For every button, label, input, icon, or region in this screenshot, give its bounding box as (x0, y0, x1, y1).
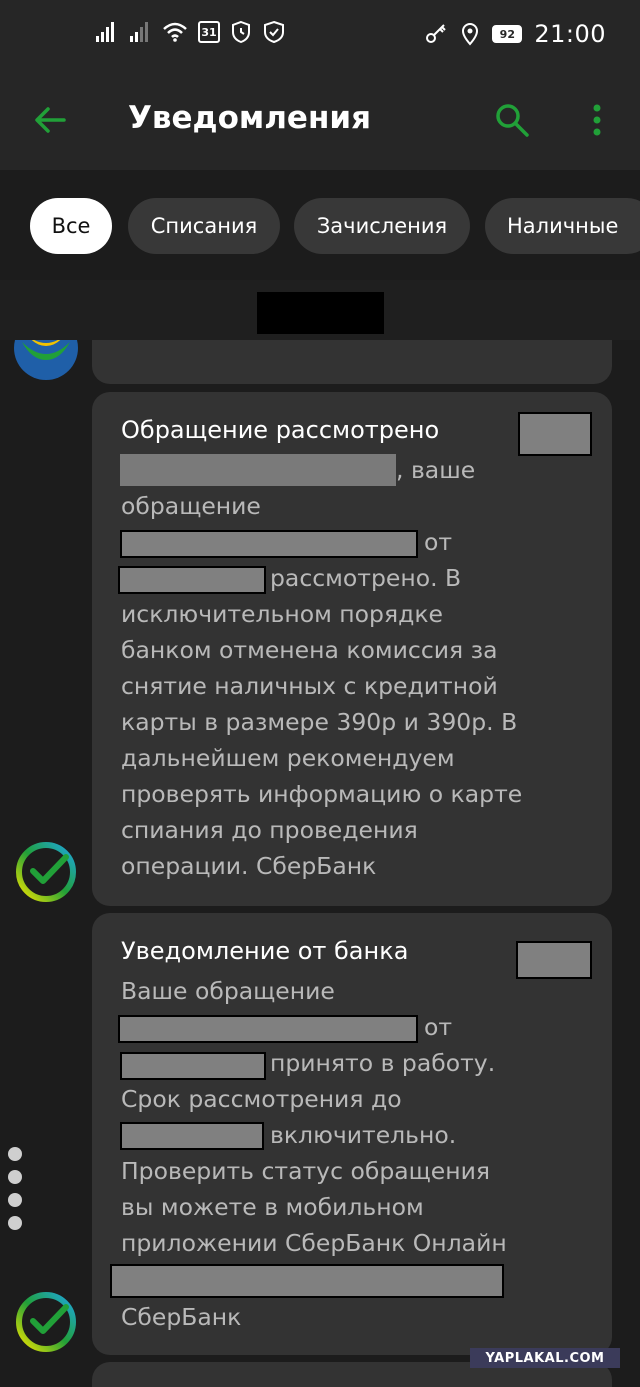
notification-text: принято в работу. (270, 1049, 496, 1077)
sberbank-logo-icon (16, 842, 76, 902)
notification-text: Ваше обращение (121, 977, 335, 1005)
filter-chips: Все Списания Зачисления Наличные (0, 170, 640, 280)
status-icons-left: 31 (94, 20, 286, 44)
redacted-time (518, 412, 592, 456)
redacted-name (120, 454, 396, 486)
floating-dots-handle[interactable] (8, 1147, 22, 1239)
battery-icon: 92 (492, 25, 523, 43)
shield-clock-icon (232, 20, 250, 44)
app-bar: Уведомления (0, 70, 640, 170)
notification-card[interactable]: Обращение рассмотрено , ваше обращение о… (92, 392, 612, 906)
notification-card-partial[interactable] (92, 340, 612, 384)
notification-body: исключительном порядке банком отменена к… (121, 600, 523, 880)
redacted-request-id (120, 530, 418, 558)
search-icon[interactable] (492, 100, 532, 140)
redacted-date (118, 566, 266, 594)
notification-text: рассмотрено. В (270, 564, 462, 592)
back-arrow-icon[interactable] (30, 100, 70, 140)
notification-text: , ваше (396, 456, 476, 484)
redacted-link (110, 1264, 504, 1298)
more-vertical-icon[interactable] (582, 100, 612, 140)
location-icon (462, 23, 479, 46)
notifications-feed[interactable]: Обращение рассмотрено , ваше обращение о… (0, 340, 640, 1387)
notification-text: включительно. (270, 1121, 457, 1149)
notification-card[interactable]: Уведомление от банка Ваше обращение от п… (92, 913, 612, 1355)
notification-text: Срок рассмотрения до (121, 1085, 402, 1113)
key-icon (426, 24, 447, 43)
status-bar: 31 92 21:00 (0, 0, 640, 70)
wifi-icon (163, 22, 187, 42)
signal-2-icon (130, 22, 148, 42)
page-title: Уведомления (128, 100, 371, 136)
notification-text: СберБанк (121, 1303, 242, 1331)
signal-icon (96, 22, 114, 42)
notification-body: Проверить статус обращения вы можете в м… (121, 1157, 507, 1257)
chip-cash[interactable]: Наличные (485, 198, 640, 254)
chip-all[interactable]: Все (30, 198, 112, 254)
notification-text: от (424, 1013, 453, 1041)
status-icons-right: 92 21:00 (424, 20, 606, 48)
redacted-date (120, 1052, 266, 1080)
notification-title: Уведомление от банка (121, 937, 409, 965)
redacted-deadline (120, 1122, 264, 1150)
sberbank-logo-icon (16, 1292, 76, 1352)
status-time: 21:00 (534, 20, 606, 48)
calendar-icon: 31 (198, 21, 220, 43)
bank-logo-icon (14, 340, 78, 380)
chip-credits[interactable]: Зачисления (294, 198, 470, 254)
notification-title: Обращение рассмотрено (121, 416, 440, 444)
redacted-time (516, 941, 592, 979)
notification-text: обращение (121, 492, 261, 520)
redacted-date-header (257, 292, 384, 334)
redacted-request-id (118, 1015, 418, 1043)
watermark: YAPLAKAL.COM (470, 1348, 620, 1368)
chip-debits[interactable]: Списания (128, 198, 280, 254)
notification-text: от (424, 528, 453, 556)
shield-check-icon (264, 20, 284, 44)
